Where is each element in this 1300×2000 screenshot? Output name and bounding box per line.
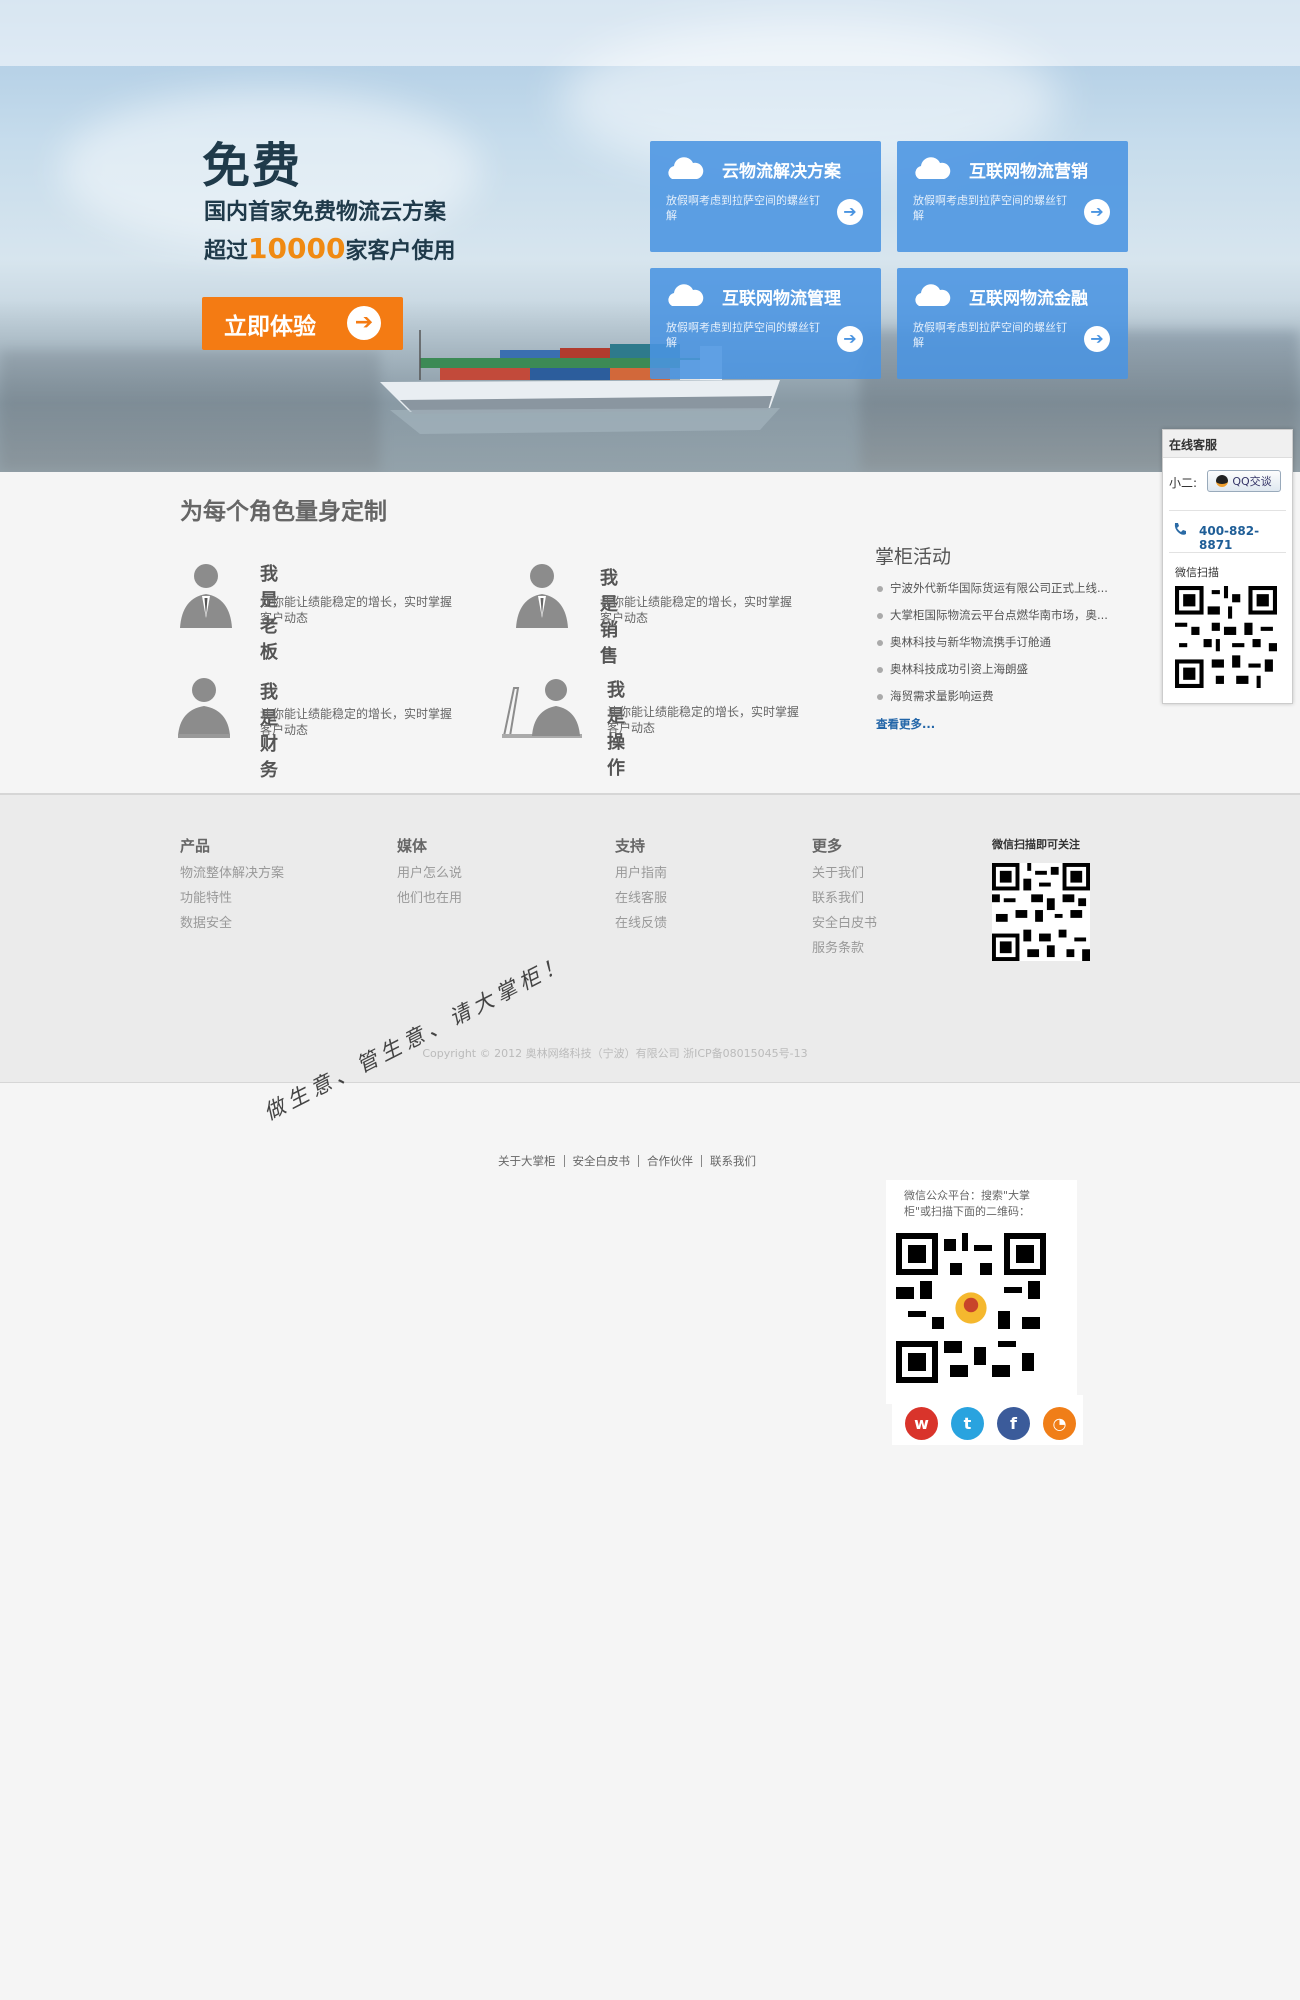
footer-link[interactable]: 在线客服 bbox=[615, 887, 667, 912]
news-list: 宁波外代新华国际货运有限公司正式上线... 大掌柜国际物流云平台点燃华南市场，奥… bbox=[877, 580, 1129, 715]
footer-qr-code bbox=[992, 863, 1090, 961]
page: 免费 国内首家免费物流云方案 超过10000家客户使用 立即体验 ➔ 云物流解决… bbox=[0, 0, 1300, 2000]
footer-link[interactable]: 他们也在用 bbox=[397, 887, 462, 912]
footer-qr-title: 微信扫描即可关注 bbox=[992, 838, 1080, 851]
phone-icon bbox=[1174, 523, 1186, 535]
online-service-widget: 在线客服 小二: QQ交谈 400-882-8871 微信扫描 bbox=[1162, 429, 1293, 704]
tile-title: 互联网物流营销 bbox=[969, 162, 1088, 182]
role-desc: 让你能让绩能稳定的增长，实时掌握客户动态 bbox=[607, 705, 800, 735]
footer-col-title: 产品 bbox=[180, 837, 211, 855]
copyright-text: Copyright © 2012 奥林网络科技（宁波）有限公司 浙ICP备080… bbox=[422, 1047, 808, 1060]
tile-desc: 放假啊考虑到拉萨空间的螺丝钉解 bbox=[913, 321, 1067, 349]
arrow-right-icon[interactable]: ➔ bbox=[1084, 326, 1110, 352]
cloud-icon bbox=[668, 157, 704, 179]
wechat-public-box: 微信公众平台：搜索"大掌柜"或扫描下面的二维码： bbox=[886, 1180, 1077, 1404]
footer-col-title: 更多 bbox=[812, 837, 843, 855]
news-more-link[interactable]: 查看更多... bbox=[876, 716, 935, 732]
tile-internet-management[interactable]: 互联网物流管理 放假啊考虑到拉萨空间的螺丝钉解 ➔ bbox=[650, 268, 881, 379]
footer-link[interactable]: 物流整体解决方案 bbox=[180, 862, 284, 887]
cloud-icon bbox=[915, 284, 951, 306]
footer-link[interactable]: 联系我们 bbox=[812, 887, 877, 912]
footer-col-products: 产品 物流整体解决方案 功能特性 数据安全 bbox=[180, 835, 284, 937]
footer-col-title: 媒体 bbox=[397, 837, 428, 855]
try-now-button[interactable]: 立即体验 ➔ bbox=[202, 297, 403, 350]
hero-subtitle: 国内首家免费物流云方案 bbox=[204, 200, 447, 225]
role-desc: 让你能让绩能稳定的增长，实时掌握客户动态 bbox=[260, 707, 453, 737]
footer-link[interactable]: 数据安全 bbox=[180, 912, 284, 937]
bottom-link-contact[interactable]: 联系我们 bbox=[701, 1155, 764, 1167]
rss-icon[interactable]: ◔ bbox=[1043, 1407, 1076, 1440]
bottom-link-whitepaper[interactable]: 安全白皮书 bbox=[563, 1155, 639, 1167]
role-desc: 让你能让绩能稳定的增长，实时掌握客户动态 bbox=[600, 595, 793, 625]
tile-desc: 放假啊考虑到拉萨空间的螺丝钉解 bbox=[913, 194, 1067, 222]
weibo-icon[interactable]: w bbox=[905, 1407, 938, 1440]
businessman-icon bbox=[180, 564, 232, 628]
facebook-icon[interactable]: f bbox=[997, 1407, 1030, 1440]
footer-link[interactable]: 用户怎么说 bbox=[397, 862, 462, 887]
footer-col-media: 媒体 用户怎么说 他们也在用 bbox=[397, 835, 462, 912]
wechat-qr-code bbox=[1175, 586, 1277, 688]
cloud-icon bbox=[915, 157, 951, 179]
tile-title: 互联网物流管理 bbox=[722, 289, 841, 309]
news-item[interactable]: 宁波外代新华国际货运有限公司正式上线... bbox=[877, 580, 1129, 607]
service-phone: 400-882-8871 bbox=[1199, 524, 1260, 552]
hero-free-title: 免费 bbox=[202, 138, 303, 194]
hero-banner: 免费 国内首家免费物流云方案 超过10000家客户使用 立即体验 ➔ 云物流解决… bbox=[0, 0, 1300, 472]
news-item[interactable]: 奥林科技成功引资上海朗盛 bbox=[877, 661, 1129, 688]
footer-link[interactable]: 关于我们 bbox=[812, 862, 877, 887]
wechat-public-text: 微信公众平台：搜索"大掌柜"或扫描下面的二维码： bbox=[904, 1189, 1031, 1218]
footer-link[interactable]: 用户指南 bbox=[615, 862, 667, 887]
service-head: 在线客服 bbox=[1163, 430, 1292, 458]
wechat-public-qr-code bbox=[896, 1233, 1046, 1383]
arrow-right-icon: ➔ bbox=[347, 306, 381, 340]
finance-person-icon bbox=[178, 678, 230, 738]
tile-desc: 放假啊考虑到拉萨空间的螺丝钉解 bbox=[666, 321, 820, 349]
bottom-links: 关于大掌柜 安全白皮书 合作伙伴 联系我们 bbox=[498, 1155, 764, 1167]
role-desc: 让你能让绩能稳定的增长，实时掌握客户动态 bbox=[260, 595, 453, 625]
footer-col-more: 更多 关于我们 联系我们 安全白皮书 服务条款 bbox=[812, 835, 877, 962]
wechat-scan-label: 微信扫描 bbox=[1175, 566, 1219, 579]
news-item[interactable]: 大掌柜国际物流云平台点燃华南市场，奥... bbox=[877, 607, 1129, 634]
salesman-icon bbox=[516, 564, 568, 628]
hero-customer-count: 超过10000家客户使用 bbox=[204, 232, 456, 265]
operator-at-computer-icon bbox=[502, 679, 582, 738]
footer-link[interactable]: 功能特性 bbox=[180, 887, 284, 912]
bottom-link-about[interactable]: 关于大掌柜 bbox=[498, 1155, 564, 1167]
qq-label: 小二: bbox=[1169, 476, 1198, 490]
cloud-icon bbox=[668, 284, 704, 306]
qq-penguin-icon bbox=[1216, 475, 1229, 487]
tile-cloud-logistics[interactable]: 云物流解决方案 放假啊考虑到拉萨空间的螺丝钉解 ➔ bbox=[650, 141, 881, 252]
footer-link[interactable]: 服务条款 bbox=[812, 937, 877, 962]
twitter-icon[interactable]: t bbox=[951, 1407, 984, 1440]
arrow-right-icon[interactable]: ➔ bbox=[1084, 199, 1110, 225]
footer-col-title: 支持 bbox=[615, 837, 646, 855]
tile-internet-finance[interactable]: 互联网物流金融 放假啊考虑到拉萨空间的螺丝钉解 ➔ bbox=[897, 268, 1128, 379]
site-footer: 产品 物流整体解决方案 功能特性 数据安全 媒体 用户怎么说 他们也在用 支持 … bbox=[0, 793, 1300, 1083]
footer-link[interactable]: 在线反馈 bbox=[615, 912, 667, 937]
tile-internet-marketing[interactable]: 互联网物流营销 放假啊考虑到拉萨空间的螺丝钉解 ➔ bbox=[897, 141, 1128, 252]
arrow-right-icon[interactable]: ➔ bbox=[837, 326, 863, 352]
footer-col-support: 支持 用户指南 在线客服 在线反馈 bbox=[615, 835, 667, 937]
tile-title: 云物流解决方案 bbox=[722, 162, 841, 182]
news-item[interactable]: 奥林科技与新华物流携手订舱通 bbox=[877, 634, 1129, 661]
bottom-link-partners[interactable]: 合作伙伴 bbox=[638, 1155, 701, 1167]
customer-count-number: 10000 bbox=[248, 232, 346, 265]
roles-section-title: 为每个角色量身定制 bbox=[180, 499, 387, 525]
arrow-right-icon[interactable]: ➔ bbox=[837, 199, 863, 225]
footer-link[interactable]: 安全白皮书 bbox=[812, 912, 877, 937]
social-bar: w t f ◔ bbox=[892, 1395, 1083, 1445]
tile-title: 互联网物流金融 bbox=[969, 289, 1088, 309]
news-item[interactable]: 海贸需求量影响运费 bbox=[877, 688, 1129, 715]
qq-chat-button[interactable]: QQ交谈 bbox=[1207, 470, 1281, 492]
tile-desc: 放假啊考虑到拉萨空间的螺丝钉解 bbox=[666, 194, 820, 222]
news-title: 掌柜活动 bbox=[875, 546, 952, 568]
